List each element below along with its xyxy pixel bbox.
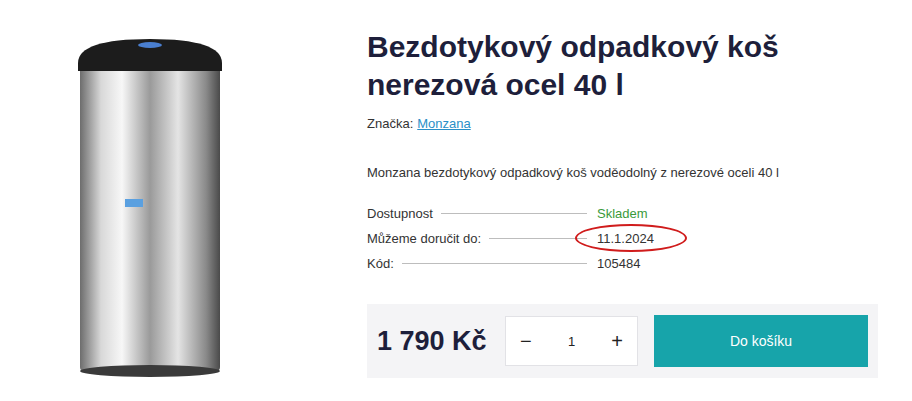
detail-leader bbox=[489, 238, 587, 239]
detail-value: 105484 bbox=[597, 256, 640, 271]
price: 1 790 Kč bbox=[377, 326, 489, 357]
detail-label: Kód: bbox=[367, 256, 394, 271]
trash-can-icon bbox=[75, 31, 225, 381]
brand-label: Značka: bbox=[367, 116, 413, 131]
detail-value: 11.1.2024 bbox=[597, 231, 654, 246]
minus-button[interactable]: − bbox=[520, 330, 532, 353]
brand-link[interactable]: Monzana bbox=[417, 116, 470, 131]
detail-row: Dostupnost Skladem bbox=[367, 204, 697, 222]
plus-button[interactable]: + bbox=[611, 330, 623, 353]
detail-leader bbox=[441, 213, 587, 214]
detail-label: Můžeme doručit do: bbox=[367, 231, 481, 246]
detail-leader bbox=[402, 263, 587, 264]
product-description: Monzana bezdotykový odpadkový koš voděod… bbox=[367, 165, 882, 180]
highlight-ring bbox=[575, 224, 687, 252]
product-image bbox=[0, 0, 300, 401]
quantity-stepper: − 1 + bbox=[505, 316, 638, 366]
detail-value: Skladem bbox=[597, 206, 648, 221]
product-title: Bezdotykový odpadkový koš nerezová ocel … bbox=[367, 28, 837, 104]
add-to-cart-button[interactable]: Do košíku bbox=[654, 315, 868, 367]
detail-row: Kód: 105484 bbox=[367, 254, 697, 272]
detail-value-cell: Skladem bbox=[595, 206, 697, 221]
brand-row: Značka: Monzana bbox=[367, 116, 882, 131]
detail-list: Dostupnost Skladem Můžeme doručit do: 11.1.… bbox=[367, 204, 697, 272]
purchase-box: 1 790 Kč − 1 + Do košíku bbox=[367, 304, 878, 378]
quantity-value[interactable]: 1 bbox=[568, 334, 575, 349]
detail-row: Můžeme doručit do: 11.1.2024 bbox=[367, 229, 697, 247]
detail-label: Dostupnost bbox=[367, 206, 433, 221]
detail-value-cell: 11.1.2024 bbox=[595, 231, 697, 246]
detail-value-cell: 105484 bbox=[595, 256, 697, 271]
